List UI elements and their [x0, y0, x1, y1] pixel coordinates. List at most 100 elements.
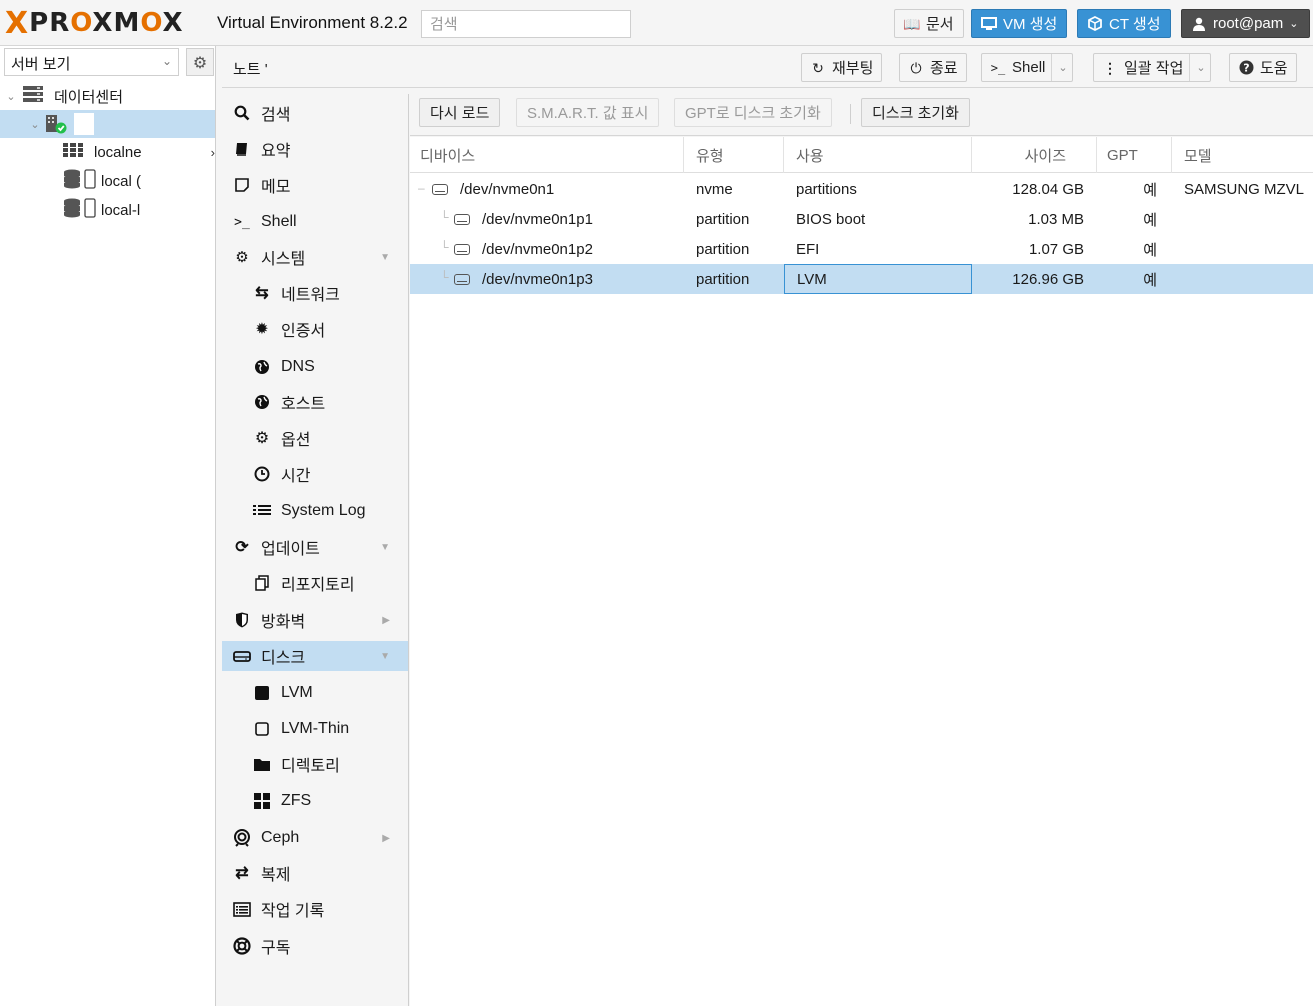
nav-item-19[interactable]: 디렉토리 — [222, 749, 408, 779]
refresh-icon: ⟳ — [235, 539, 249, 556]
nav-item-20[interactable]: ZFS — [222, 786, 408, 816]
nav-item-8[interactable]: DNS — [222, 352, 408, 382]
nav-item-label: 시간 — [281, 468, 311, 485]
table-row[interactable]: └ /dev/nvme0n1p2 partition EFI 1.07 GB 예 — [410, 234, 1313, 264]
nav-item-10[interactable]: ⚙ 옵션 — [222, 423, 408, 453]
view-settings-button[interactable]: ⚙ — [186, 48, 214, 76]
nav-item-label: 네트워크 — [281, 287, 340, 304]
help-button[interactable]: ? 도움 — [1229, 53, 1297, 82]
cell-device: /dev/nvme0n1p3 — [454, 264, 684, 294]
nav-item-12[interactable]: System Log — [222, 496, 408, 526]
nav-item-label: 복제 — [261, 867, 291, 884]
node-navigation-menu: 검색요약메모 >_ Shell ⚙ 시스템 ▼ ⇆ 네트워크 ✹ 인증서 DNS 호스트 ⚙ 옵션시간 Sy… — [222, 94, 409, 1006]
nav-item-16[interactable]: 디스크 ▼ — [222, 641, 408, 671]
terminal-icon: >_ — [234, 214, 250, 230]
hdd-icon — [233, 647, 251, 665]
nav-item-14[interactable]: 리포지토리 — [222, 568, 408, 598]
question-circle-icon: ? — [1238, 60, 1254, 76]
tree-connector: └ — [440, 240, 449, 254]
chevron-down-icon[interactable]: ⌄ — [1051, 54, 1068, 81]
nav-item-1[interactable]: 검색 — [222, 98, 408, 128]
desktop-icon — [981, 16, 997, 32]
init-gpt-button[interactable]: GPT로 디스크 초기화 — [674, 98, 832, 127]
nav-item-17[interactable]: LVM — [222, 678, 408, 708]
nav-item-5[interactable]: ⚙ 시스템 ▼ — [222, 242, 408, 272]
caret-down-icon[interactable]: ▼ — [380, 651, 390, 662]
search-icon — [233, 104, 251, 122]
tree-item-local-storage[interactable]: local ( — [0, 167, 215, 195]
chevron-down-icon[interactable]: ⌄ — [1189, 54, 1206, 81]
search-input[interactable] — [421, 10, 631, 38]
hdd-icon — [432, 183, 448, 195]
caret-down-icon[interactable]: ▼ — [380, 252, 390, 263]
reboot-button[interactable]: ↻ 재부팅 — [801, 53, 883, 82]
nav-item-13[interactable]: ⟳ 업데이트 ▼ — [222, 532, 408, 562]
nav-item-label: LVM — [281, 684, 313, 701]
svg-text:?: ? — [1243, 62, 1249, 75]
nav-item-label: 검색 — [261, 107, 291, 124]
collapse-icon[interactable]: – — [418, 181, 425, 195]
proxmox-logo[interactable]: X PROXMOX — [5, 6, 184, 41]
nav-item-label: Ceph — [261, 829, 300, 846]
column-header-size[interactable]: 사이즈 — [972, 137, 1097, 173]
nav-item-6[interactable]: ⇆ 네트워크 — [222, 278, 408, 308]
nav-item-9[interactable]: 호스트 — [222, 387, 408, 417]
column-header-gpt[interactable]: GPT — [1097, 137, 1172, 173]
globe-icon — [253, 393, 271, 411]
hdd-icon — [454, 213, 470, 225]
reload-button[interactable]: 다시 로드 — [419, 98, 501, 127]
tree-item-localnetwork[interactable]: localne › — [0, 138, 215, 166]
show-smart-button[interactable]: S.M.A.R.T. 값 표시 — [516, 98, 660, 127]
create-vm-button[interactable]: VM 생성 — [971, 9, 1068, 38]
tree-datacenter[interactable]: ⌄ 데이터센터 — [0, 82, 215, 110]
nav-item-22[interactable]: ⇄ 복제 — [222, 858, 408, 888]
disks-toolbar: 다시 로드 S.M.A.R.T. 값 표시 GPT로 디스크 초기화 디스크 초… — [410, 94, 1313, 136]
undo-icon: ↻ — [812, 59, 824, 76]
cogs-icon: ⚙ — [235, 249, 249, 266]
list-alt-icon — [233, 900, 251, 918]
bulk-actions-button[interactable]: ⋮ 일괄 작업 ⌄ — [1093, 53, 1211, 82]
caret-right-icon[interactable]: ▶ — [382, 615, 390, 626]
nav-item-2[interactable]: 요약 — [222, 134, 408, 164]
nav-item-4[interactable]: >_ Shell — [222, 207, 408, 237]
column-header-type[interactable]: 유형 — [684, 137, 784, 173]
column-header-device[interactable]: 디바이스 — [410, 137, 684, 173]
nav-item-24[interactable]: 구독 — [222, 931, 408, 961]
exchange-icon: ⇆ — [255, 285, 269, 302]
docs-button[interactable]: 📖 문서 — [894, 9, 964, 38]
nav-item-7[interactable]: ✹ 인증서 — [222, 314, 408, 344]
nav-item-21[interactable]: Ceph ▶ — [222, 823, 408, 853]
collapse-icon[interactable]: ⌄ — [4, 90, 18, 103]
table-row[interactable]: └ /dev/nvme0n1p1 partition BIOS boot 1.03 MB… — [410, 204, 1313, 234]
nav-item-18[interactable]: LVM-Thin — [222, 714, 408, 744]
user-icon — [1191, 16, 1207, 32]
table-row[interactable]: └ /dev/nvme0n1p3 partition LVM 126.96 GB 예 — [410, 264, 1313, 294]
shutdown-button[interactable]: ⏻ 종료 — [899, 53, 967, 82]
nav-item-15[interactable]: 방화벽 ▶ — [222, 605, 408, 635]
cell-type: partition — [696, 210, 750, 228]
column-header-usage[interactable]: 사용 — [784, 137, 972, 173]
view-selector[interactable]: 서버 보기 ⌄ — [4, 48, 179, 76]
caret-right-icon[interactable]: ▶ — [382, 833, 390, 844]
nav-item-11[interactable]: 시간 — [222, 459, 408, 489]
cell-usage: EFI — [796, 240, 820, 258]
tree-item-local-lvm-storage[interactable]: local-l — [0, 196, 215, 224]
user-menu-button[interactable]: root@pam ⌄ — [1181, 9, 1310, 38]
nav-item-label: 요약 — [261, 143, 291, 160]
table-row[interactable]: –/dev/nvme0n1 nvme partitions 128.04 GB 예 SAM… — [410, 174, 1313, 204]
nav-item-3[interactable]: 메모 — [222, 170, 408, 200]
wipe-disk-button[interactable]: 디스크 초기화 — [861, 98, 970, 127]
caret-down-icon[interactable]: ▼ — [380, 542, 390, 553]
collapse-icon[interactable]: ⌄ — [28, 118, 42, 131]
nav-item-label: DNS — [281, 358, 315, 375]
nav-item-23[interactable]: 작업 기록 — [222, 894, 408, 924]
server-rack-icon — [22, 85, 44, 107]
tree-connector: └ — [440, 270, 449, 284]
shell-button[interactable]: >_ Shell ⌄ — [981, 53, 1073, 82]
cell-size: 1.07 GB — [1028, 240, 1084, 258]
create-ct-button[interactable]: CT 생성 — [1077, 9, 1171, 38]
tree-node[interactable]: ⌄ — [0, 110, 215, 138]
nav-item-label: 호스트 — [281, 396, 326, 413]
shutdown-label: 종료 — [930, 60, 958, 77]
column-header-model[interactable]: 모델 — [1172, 137, 1313, 173]
